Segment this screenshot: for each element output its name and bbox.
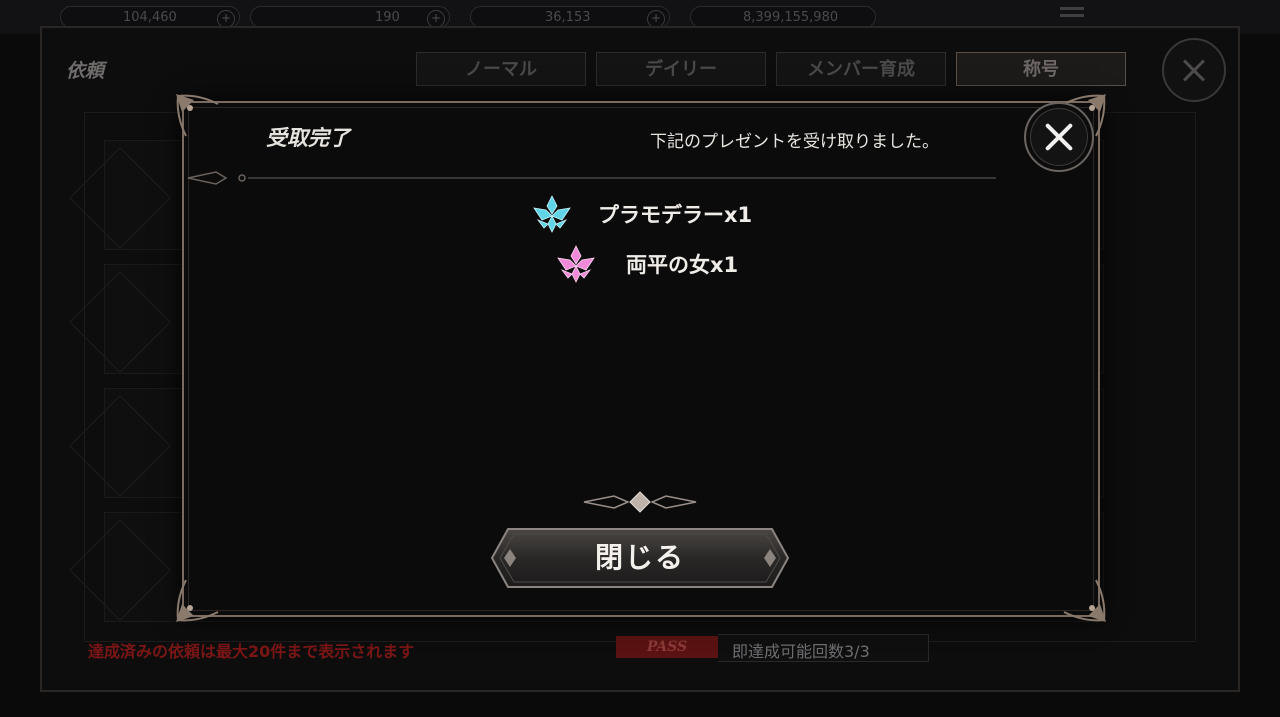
resource-orbs: 8,399,155,980 <box>690 6 876 28</box>
resource-gems-value: 104,460 <box>123 10 177 25</box>
window-title: 依頼 <box>66 60 105 82</box>
ornament-corner-icon <box>1063 579 1106 622</box>
title-divider <box>187 171 996 185</box>
resource-coins: 36,153 + <box>470 6 670 28</box>
reward-name: 両平の女x1 <box>626 253 739 277</box>
ornament-corner-icon <box>176 94 219 137</box>
instant-complete-count: 即達成可能回数3/3 <box>732 642 870 661</box>
resource-stamina-value: 190 <box>375 10 400 25</box>
menu-icon[interactable] <box>1060 7 1084 25</box>
pink-emblem-icon <box>557 245 595 283</box>
close-button[interactable]: 閉じる <box>490 527 790 589</box>
tab-member-training[interactable]: メンバー育成 <box>776 52 946 86</box>
cyan-emblem-icon <box>533 195 571 233</box>
tab-title[interactable]: 称号 <box>956 52 1126 86</box>
resource-orbs-value: 8,399,155,980 <box>743 10 839 25</box>
resource-gems: 104,460 + <box>60 6 240 28</box>
dialog-message: 下記のプレゼントを受け取りました。 <box>650 132 939 152</box>
reward-item: 両平の女x1 <box>556 245 739 283</box>
resource-stamina: 190 + <box>250 6 450 28</box>
pass-badge: PASS <box>616 636 718 658</box>
reward-item: プラモデラーx1 <box>532 195 753 233</box>
resource-coins-value: 36,153 <box>545 10 591 25</box>
reward-name: プラモデラーx1 <box>598 203 753 227</box>
window-close-button[interactable] <box>1162 38 1226 102</box>
dialog-close-x-button[interactable] <box>1024 102 1094 172</box>
tab-daily[interactable]: デイリー <box>596 52 766 86</box>
completed-requests-notice: 達成済みの依頼は最大20件まで表示されます <box>88 642 415 661</box>
ornament-corner-icon <box>176 579 219 622</box>
tab-normal[interactable]: ノーマル <box>416 52 586 86</box>
dialog-title: 受取完了 <box>266 125 350 150</box>
ornamental-divider <box>352 491 928 513</box>
close-button-label: 閉じる <box>594 541 685 574</box>
